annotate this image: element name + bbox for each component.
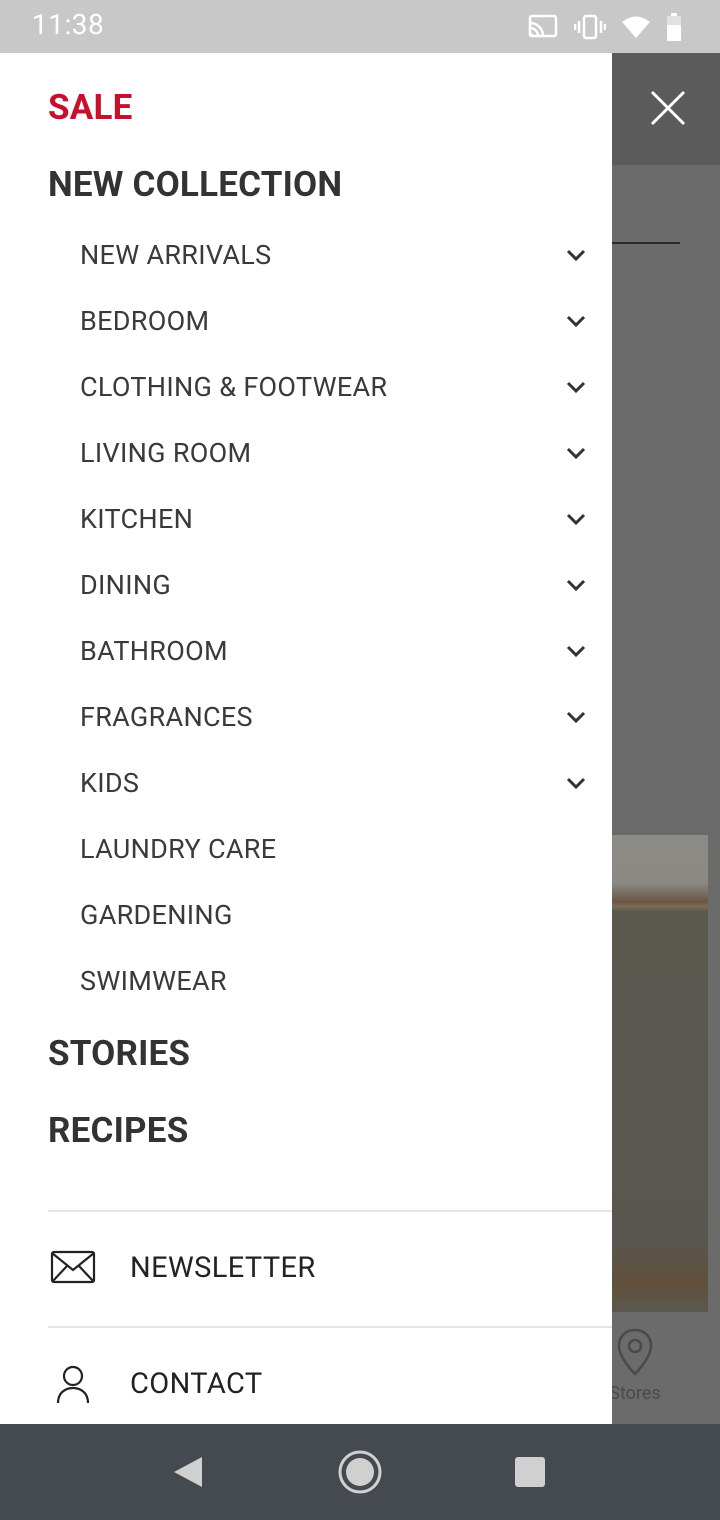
submenu-label: SWIMWEAR: [80, 965, 227, 997]
chevron-down-icon[interactable]: [563, 310, 589, 332]
submenu-dining[interactable]: DINING: [0, 552, 612, 618]
divider: [48, 1326, 612, 1328]
submenu-label: KIDS: [80, 767, 140, 799]
submenu-new-arrivals[interactable]: NEW ARRIVALS: [0, 222, 612, 288]
chevron-down-icon[interactable]: [563, 574, 589, 596]
status-bar: 11:38: [0, 0, 720, 53]
status-time: 11:38: [32, 8, 105, 41]
submenu-label: LIVING ROOM: [80, 437, 252, 469]
vibrate-icon: [574, 14, 606, 40]
menu-new-collection[interactable]: NEW COLLECTION: [48, 164, 342, 205]
chevron-down-icon[interactable]: [563, 508, 589, 530]
close-icon[interactable]: [646, 86, 690, 130]
submenu-fragrances[interactable]: FRAGRANCES: [0, 684, 612, 750]
navigation-drawer: SALE NEW COLLECTION NEW ARRIVALS BEDROOM…: [0, 53, 612, 1424]
chevron-down-icon[interactable]: [563, 244, 589, 266]
wifi-icon: [622, 15, 650, 39]
submenu-swimwear[interactable]: SWIMWEAR: [0, 948, 612, 1014]
chevron-down-icon[interactable]: [563, 706, 589, 728]
home-icon[interactable]: [336, 1448, 384, 1500]
submenu-bathroom[interactable]: BATHROOM: [0, 618, 612, 684]
chevron-down-icon[interactable]: [563, 772, 589, 794]
divider: [48, 1210, 612, 1212]
submenu-bedroom[interactable]: BEDROOM: [0, 288, 612, 354]
system-navigation-bar: [0, 1424, 720, 1520]
submenu-label: DINING: [80, 569, 172, 601]
cast-icon: [528, 14, 558, 40]
submenu-gardening[interactable]: GARDENING: [0, 882, 612, 948]
menu-recipes[interactable]: RECIPES: [48, 1110, 188, 1151]
menu-sale[interactable]: SALE: [48, 87, 133, 128]
submenu-label: KITCHEN: [80, 503, 194, 535]
submenu-kids[interactable]: KIDS: [0, 750, 612, 816]
background-divider: [612, 242, 680, 244]
chevron-down-icon[interactable]: [563, 640, 589, 662]
submenu-label: FRAGRANCES: [80, 701, 253, 733]
person-icon: [50, 1365, 96, 1409]
submenu-label: LAUNDRY CARE: [80, 833, 277, 865]
location-pin-icon: [615, 1328, 655, 1381]
status-icons: [528, 12, 682, 42]
submenu-clothing-footwear[interactable]: CLOTHING & FOOTWEAR: [0, 354, 612, 420]
chevron-down-icon[interactable]: [563, 442, 589, 464]
submenu-label: CLOTHING & FOOTWEAR: [80, 371, 388, 403]
envelope-icon: [50, 1249, 96, 1289]
contact-label: CONTACT: [130, 1367, 263, 1401]
submenu-label: NEW ARRIVALS: [80, 239, 272, 271]
battery-icon: [666, 13, 682, 41]
submenu-label: BEDROOM: [80, 305, 210, 337]
newsletter-label: NEWSLETTER: [130, 1251, 316, 1285]
submenu-label: BATHROOM: [80, 635, 228, 667]
contact-link[interactable]: CONTACT: [0, 1341, 612, 1424]
background-product-image: [612, 835, 708, 1312]
chevron-down-icon[interactable]: [563, 376, 589, 398]
submenu-living-room[interactable]: LIVING ROOM: [0, 420, 612, 486]
recents-icon[interactable]: [510, 1448, 550, 1500]
submenu-label: GARDENING: [80, 899, 233, 931]
back-icon[interactable]: [170, 1448, 206, 1500]
submenu-kitchen[interactable]: KITCHEN: [0, 486, 612, 552]
submenu-laundry-care[interactable]: LAUNDRY CARE: [0, 816, 612, 882]
newsletter-link[interactable]: NEWSLETTER: [0, 1225, 612, 1315]
menu-stories[interactable]: STORIES: [48, 1033, 190, 1074]
